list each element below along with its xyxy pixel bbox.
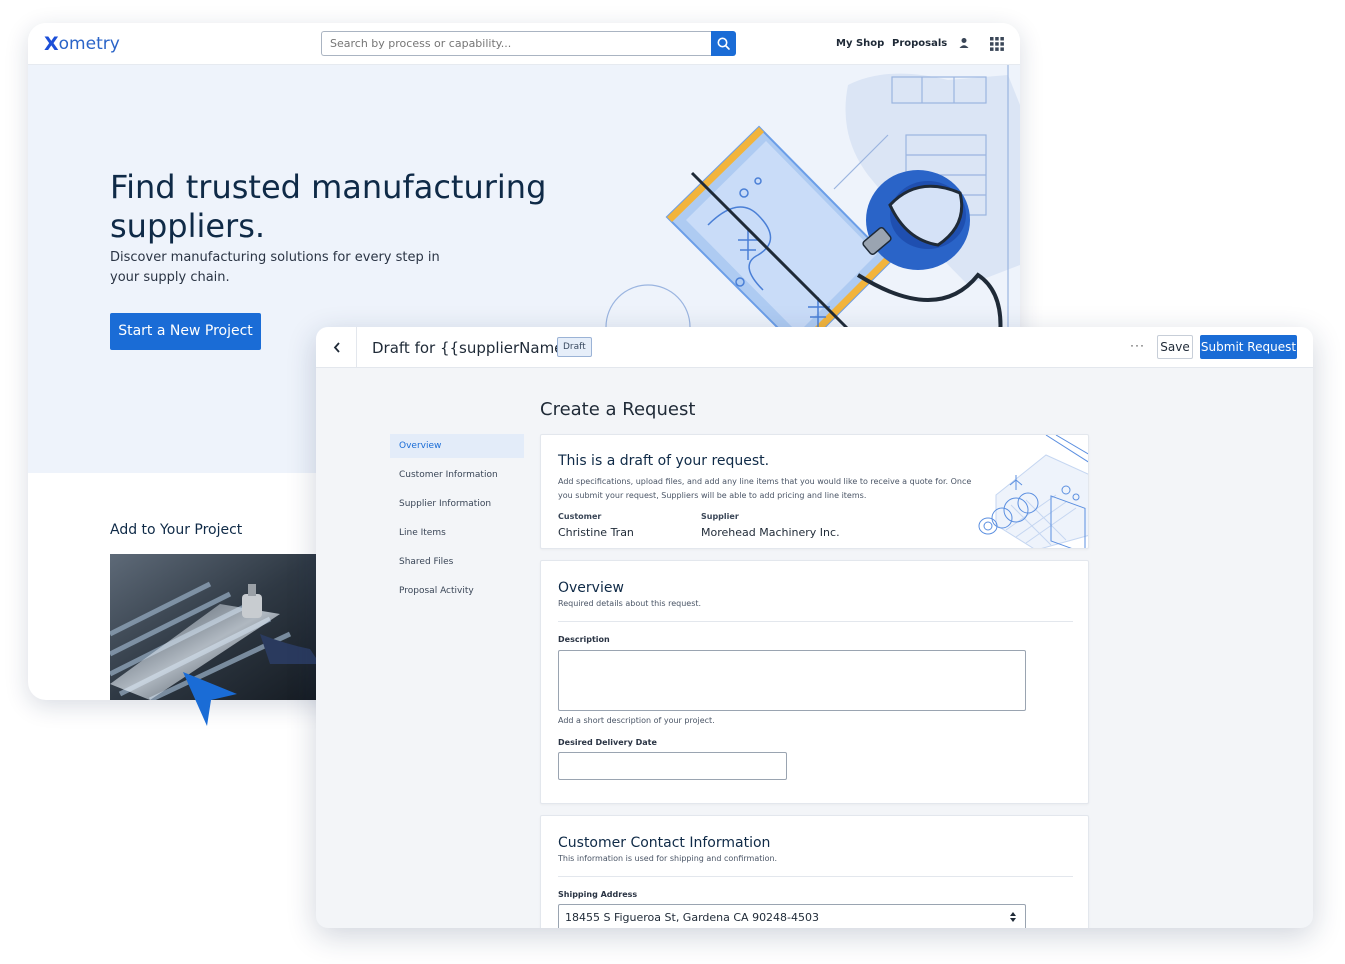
search-icon	[717, 37, 730, 50]
customer-contact-card: Customer Contact Information This inform…	[540, 815, 1089, 928]
shipping-address-select[interactable]: 18455 S Figueroa St, Gardena CA 90248-45…	[558, 904, 1026, 928]
draft-info-card: This is a draft of your request. Add spe…	[540, 434, 1089, 549]
contact-divider	[558, 876, 1073, 877]
hero-illustration	[605, 65, 1020, 351]
chevron-left-icon	[333, 342, 340, 353]
hero-title: Find trusted manufacturing suppliers.	[110, 168, 547, 245]
supplier-label: Supplier	[701, 512, 739, 521]
side-nav-shared-files[interactable]: Shared Files	[390, 550, 524, 574]
nav-my-shop[interactable]: My Shop	[836, 38, 884, 49]
side-nav-supplier-information[interactable]: Supplier Information	[390, 492, 524, 516]
overview-card: Overview Required details about this req…	[540, 560, 1089, 804]
supplier-name: Morehead Machinery Inc.	[701, 526, 840, 539]
start-new-project-button[interactable]: Start a New Project	[110, 313, 261, 350]
side-nav-line-items[interactable]: Line Items	[390, 521, 524, 545]
site-top-bar: Xometry My Shop Proposals	[28, 23, 1020, 65]
pointer-cursor-icon	[183, 672, 237, 726]
draft-card-description: Add specifications, upload files, and ad…	[558, 477, 972, 500]
delivery-date-label: Desired Delivery Date	[558, 738, 657, 747]
search-input[interactable]	[321, 31, 711, 56]
shipping-address-label: Shipping Address	[558, 890, 638, 899]
xometry-logo[interactable]: Xometry	[44, 33, 120, 55]
more-options-button[interactable]: ···	[1130, 338, 1145, 352]
shipping-address-value: 18455 S Figueroa St, Gardena CA 90248-45…	[565, 911, 820, 924]
save-button[interactable]: Save	[1157, 335, 1193, 359]
side-nav-customer-information[interactable]: Customer Information	[390, 463, 524, 487]
draft-status-badge: Draft	[557, 337, 592, 357]
user-icon[interactable]	[957, 36, 971, 50]
section-side-nav: Overview Customer Information Supplier I…	[390, 434, 524, 608]
description-label: Description	[558, 635, 610, 644]
overview-subtitle: Required details about this request.	[558, 599, 702, 608]
page-title: Create a Request	[540, 399, 696, 420]
nav-proposals[interactable]: Proposals	[892, 38, 947, 49]
add-to-project-heading: Add to Your Project	[110, 522, 243, 538]
apps-grid-icon[interactable]	[990, 37, 1004, 51]
description-textarea[interactable]	[558, 650, 1026, 711]
hero-subtitle: Discover manufacturing solutions for eve…	[110, 250, 440, 285]
contact-title: Customer Contact Information	[558, 835, 771, 851]
search-button[interactable]	[711, 31, 736, 56]
back-button[interactable]	[316, 327, 357, 368]
overview-title: Overview	[558, 580, 624, 596]
logo-wordmark: ometry	[58, 34, 120, 54]
request-draft-title: Draft for {{supplierName}}	[372, 339, 583, 357]
side-nav-proposal-activity[interactable]: Proposal Activity	[390, 579, 524, 603]
overview-divider	[558, 621, 1073, 622]
create-request-window: Draft for {{supplierName}} Draft ··· Sav…	[316, 327, 1313, 928]
submit-request-button[interactable]: Submit Request	[1200, 335, 1297, 359]
side-nav-overview[interactable]: Overview	[390, 434, 524, 458]
select-arrows-icon	[1010, 912, 1016, 922]
contact-subtitle: This information is used for shipping an…	[558, 854, 778, 863]
delivery-date-input[interactable]	[558, 752, 787, 780]
customer-label: Customer	[558, 512, 602, 521]
description-help-text: Add a short description of your project.	[558, 716, 715, 725]
machinery-illustration	[978, 435, 1088, 548]
logo-x-mark: X	[44, 33, 59, 55]
draft-card-title: This is a draft of your request.	[558, 453, 770, 469]
request-header: Draft for {{supplierName}} Draft ··· Sav…	[316, 327, 1313, 368]
customer-name: Christine Tran	[558, 526, 634, 539]
